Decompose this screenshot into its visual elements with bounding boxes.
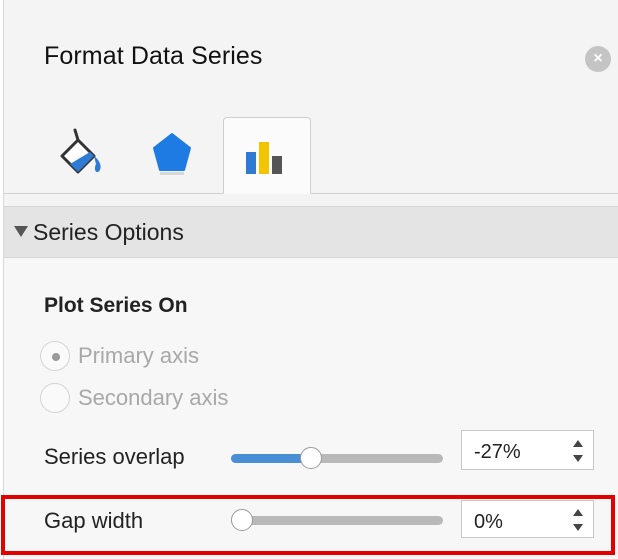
series-overlap-slider[interactable]	[231, 447, 443, 469]
slider-thumb[interactable]	[300, 447, 323, 469]
tab-fill-line[interactable]	[36, 120, 124, 194]
section-title: Series Options	[33, 219, 184, 245]
tab-series-options[interactable]	[223, 117, 311, 194]
collapse-triangle-icon[interactable]	[14, 226, 28, 237]
tab-effects[interactable]	[130, 120, 218, 194]
pentagon-icon	[153, 133, 191, 175]
bar-chart-icon	[246, 142, 282, 174]
radio-button[interactable]	[40, 383, 70, 413]
series-options-header[interactable]: Series Options	[4, 206, 618, 258]
increment-arrow-icon[interactable]	[573, 440, 583, 447]
series-overlap-stepper[interactable]: -27%	[461, 430, 594, 470]
radio-primary-axis[interactable]: Primary axis	[40, 339, 199, 373]
radio-button[interactable]	[40, 341, 70, 371]
decrement-arrow-icon[interactable]	[573, 455, 583, 462]
series-overlap-label: Series overlap	[44, 444, 185, 469]
radio-label: Primary axis	[78, 343, 200, 368]
paint-bucket-icon	[60, 128, 101, 174]
format-pane: Format Data Series × Series Options Plot…	[3, 0, 618, 559]
series-overlap-value[interactable]: -27%	[474, 441, 521, 464]
radio-secondary-axis[interactable]: Secondary axis	[40, 381, 228, 415]
close-icon[interactable]: ×	[585, 46, 611, 72]
gap-width-highlight	[1, 495, 615, 555]
plot-series-on-heading: Plot Series On	[44, 294, 188, 317]
pane-title: Format Data Series	[44, 42, 263, 70]
slider-fill	[231, 454, 312, 463]
stepper-arrows[interactable]	[563, 431, 593, 469]
radio-label: Secondary axis	[78, 385, 229, 410]
